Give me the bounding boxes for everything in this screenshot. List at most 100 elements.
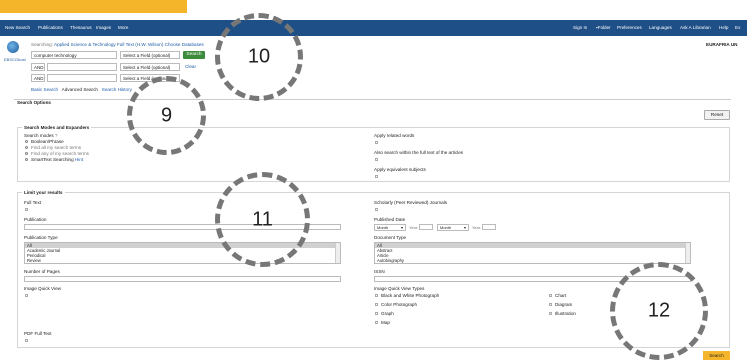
- number-of-pages-input[interactable]: [24, 276, 341, 282]
- mode-smarttext-label: SmartText Searching Hint: [31, 157, 84, 162]
- publication-type-label: Publication Type: [24, 235, 58, 240]
- iqv-diagram-label: Diagram: [555, 302, 573, 307]
- image-quick-view-checkbox[interactable]: [25, 294, 28, 297]
- hint-link[interactable]: Hint: [75, 157, 83, 162]
- nav-thesaurus[interactable]: Thesaurus: [70, 25, 92, 30]
- mode-all-terms-label: Find all my search terms: [31, 145, 82, 150]
- search-input-1[interactable]: computer technology: [31, 51, 117, 59]
- nav-new-search[interactable]: New Search: [5, 25, 30, 30]
- number-of-pages-label: Number of Pages: [24, 269, 60, 274]
- field-select-1[interactable]: Select a Field (optional): [120, 51, 180, 59]
- nav-ask-librarian[interactable]: Ask A Librarian: [680, 25, 711, 30]
- nav-exit[interactable]: Ex: [735, 25, 740, 30]
- full-text-label: Full Text: [24, 200, 42, 205]
- nav-publications[interactable]: Publications: [38, 25, 63, 30]
- operator-select-2[interactable]: AND: [31, 63, 45, 71]
- iqv-illustration-checkbox[interactable]: [549, 312, 552, 315]
- list-item[interactable]: Autobiography: [375, 258, 690, 263]
- nav-sign-in[interactable]: Sign In: [573, 25, 587, 30]
- published-date-label: Published Date: [374, 217, 406, 222]
- advanced-search-link[interactable]: Advanced Search: [62, 87, 98, 92]
- search-button[interactable]: Search: [183, 51, 205, 59]
- pdf-full-text-label: PDF Full Text: [24, 331, 52, 336]
- pdf-full-text-checkbox[interactable]: [25, 339, 28, 342]
- nav-more[interactable]: More: [118, 25, 128, 30]
- apply-related-words-checkbox[interactable]: [375, 141, 378, 144]
- iqv-chart-checkbox[interactable]: [549, 294, 552, 297]
- iqv-types-label: Image Quick View Types: [374, 286, 425, 291]
- callout-9: 9: [127, 76, 206, 155]
- search-type-links: Basic Search Advanced Search Search Hist…: [31, 87, 132, 93]
- mode-radio-boolean[interactable]: [25, 140, 28, 143]
- mode-radio-all-terms[interactable]: [25, 146, 28, 149]
- search-history-link[interactable]: Search History: [102, 87, 132, 92]
- basic-search-link[interactable]: Basic Search: [31, 87, 58, 92]
- date-year-to-label: Year:: [472, 224, 482, 230]
- scholarly-checkbox[interactable]: [375, 208, 378, 211]
- iqv-bw-photo-checkbox[interactable]: [375, 294, 378, 297]
- iqv-map-checkbox[interactable]: [375, 321, 378, 324]
- logo-text: EBSCOhost: [4, 57, 26, 62]
- iqv-color-photo-checkbox[interactable]: [375, 303, 378, 306]
- organization-name: EURAFRIA UN: [706, 42, 738, 47]
- iqv-chart-label: Chart: [555, 293, 567, 298]
- equivalent-subjects-checkbox[interactable]: [375, 175, 378, 178]
- nav-images[interactable]: Images: [96, 25, 111, 30]
- date-year-from[interactable]: [419, 224, 433, 230]
- choose-databases-link[interactable]: Choose Databases: [165, 42, 204, 47]
- list-item[interactable]: Review: [25, 258, 340, 263]
- callout-11: 11: [215, 172, 310, 267]
- iqv-diagram-checkbox[interactable]: [549, 303, 552, 306]
- iqv-graph-label: Graph: [381, 311, 394, 316]
- full-text-search-label: Also search within the full text of the …: [374, 150, 464, 155]
- publication-label: Publication: [24, 217, 47, 222]
- date-year-to[interactable]: [482, 224, 496, 230]
- equivalent-subjects-label: Apply equivalent subjects: [374, 167, 426, 172]
- header-accent-tab: [0, 0, 187, 13]
- search-modes-legend: Search Modes and Expanders: [22, 125, 92, 130]
- mode-any-terms-label: Find any of my search terms: [31, 151, 89, 156]
- iqv-illustration-label: Illustration: [555, 311, 576, 316]
- clear-link[interactable]: Clear: [185, 64, 196, 70]
- date-month-from[interactable]: Month ▾: [374, 224, 406, 231]
- full-text-search-checkbox[interactable]: [375, 158, 378, 161]
- reset-button[interactable]: Reset: [704, 110, 730, 120]
- iqv-map-label: Map: [381, 320, 390, 325]
- dropdown-arrow-icon: ▾: [463, 225, 466, 230]
- ebsco-logo-icon[interactable]: [7, 41, 19, 53]
- search-modes-label: Search modes ?: [24, 133, 58, 138]
- listbox-scrollbar[interactable]: [685, 243, 690, 263]
- search-options-title: Search Options: [17, 100, 51, 105]
- listbox-scrollbar[interactable]: [335, 243, 340, 263]
- searching-line: Searching: Applied Science & Technology …: [31, 42, 204, 47]
- nav-languages[interactable]: Languages: [649, 25, 672, 30]
- search-input-2[interactable]: [47, 63, 117, 71]
- database-name: Applied Science & Technology Full Text (…: [54, 42, 164, 47]
- operator-select-3[interactable]: AND: [31, 74, 45, 82]
- callout-12: 12: [610, 262, 708, 360]
- scholarly-label: Scholarly (Peer Reviewed) Journals: [374, 200, 448, 205]
- field-select-2[interactable]: Select a Field (optional): [120, 63, 180, 71]
- issn-label: ISSN: [374, 269, 385, 274]
- nav-preferences[interactable]: Preferences: [617, 25, 642, 30]
- iqv-bw-photo-label: Black and White Photograph: [381, 293, 440, 298]
- help-icon[interactable]: ?: [55, 133, 58, 138]
- iqv-graph-checkbox[interactable]: [375, 312, 378, 315]
- nav-help[interactable]: Help: [719, 25, 728, 30]
- limit-results-legend: Limit your results: [22, 190, 65, 195]
- apply-related-words-label: Apply related words: [374, 133, 415, 138]
- dropdown-arrow-icon: ▾: [400, 225, 403, 230]
- full-text-checkbox[interactable]: [25, 208, 28, 211]
- top-nav-bar: New Search Publications Thesaurus Images…: [0, 20, 747, 36]
- date-month-to[interactable]: Month ▾: [437, 224, 469, 231]
- mode-radio-any-terms[interactable]: [25, 152, 28, 155]
- mode-boolean-label: Boolean/Phrase: [31, 139, 64, 144]
- search-input-3[interactable]: [47, 74, 117, 82]
- mode-radio-smarttext[interactable]: [25, 158, 28, 161]
- iqv-color-photo-label: Color Photograph: [381, 302, 418, 307]
- image-quick-view-label: Image Quick View: [24, 286, 61, 291]
- nav-folder[interactable]: ▪Folder: [596, 25, 611, 30]
- search-bottom-button[interactable]: Search: [703, 351, 730, 360]
- document-type-listbox[interactable]: All Abstract Article Autobiography: [374, 242, 691, 264]
- document-type-label: Document Type: [374, 235, 407, 240]
